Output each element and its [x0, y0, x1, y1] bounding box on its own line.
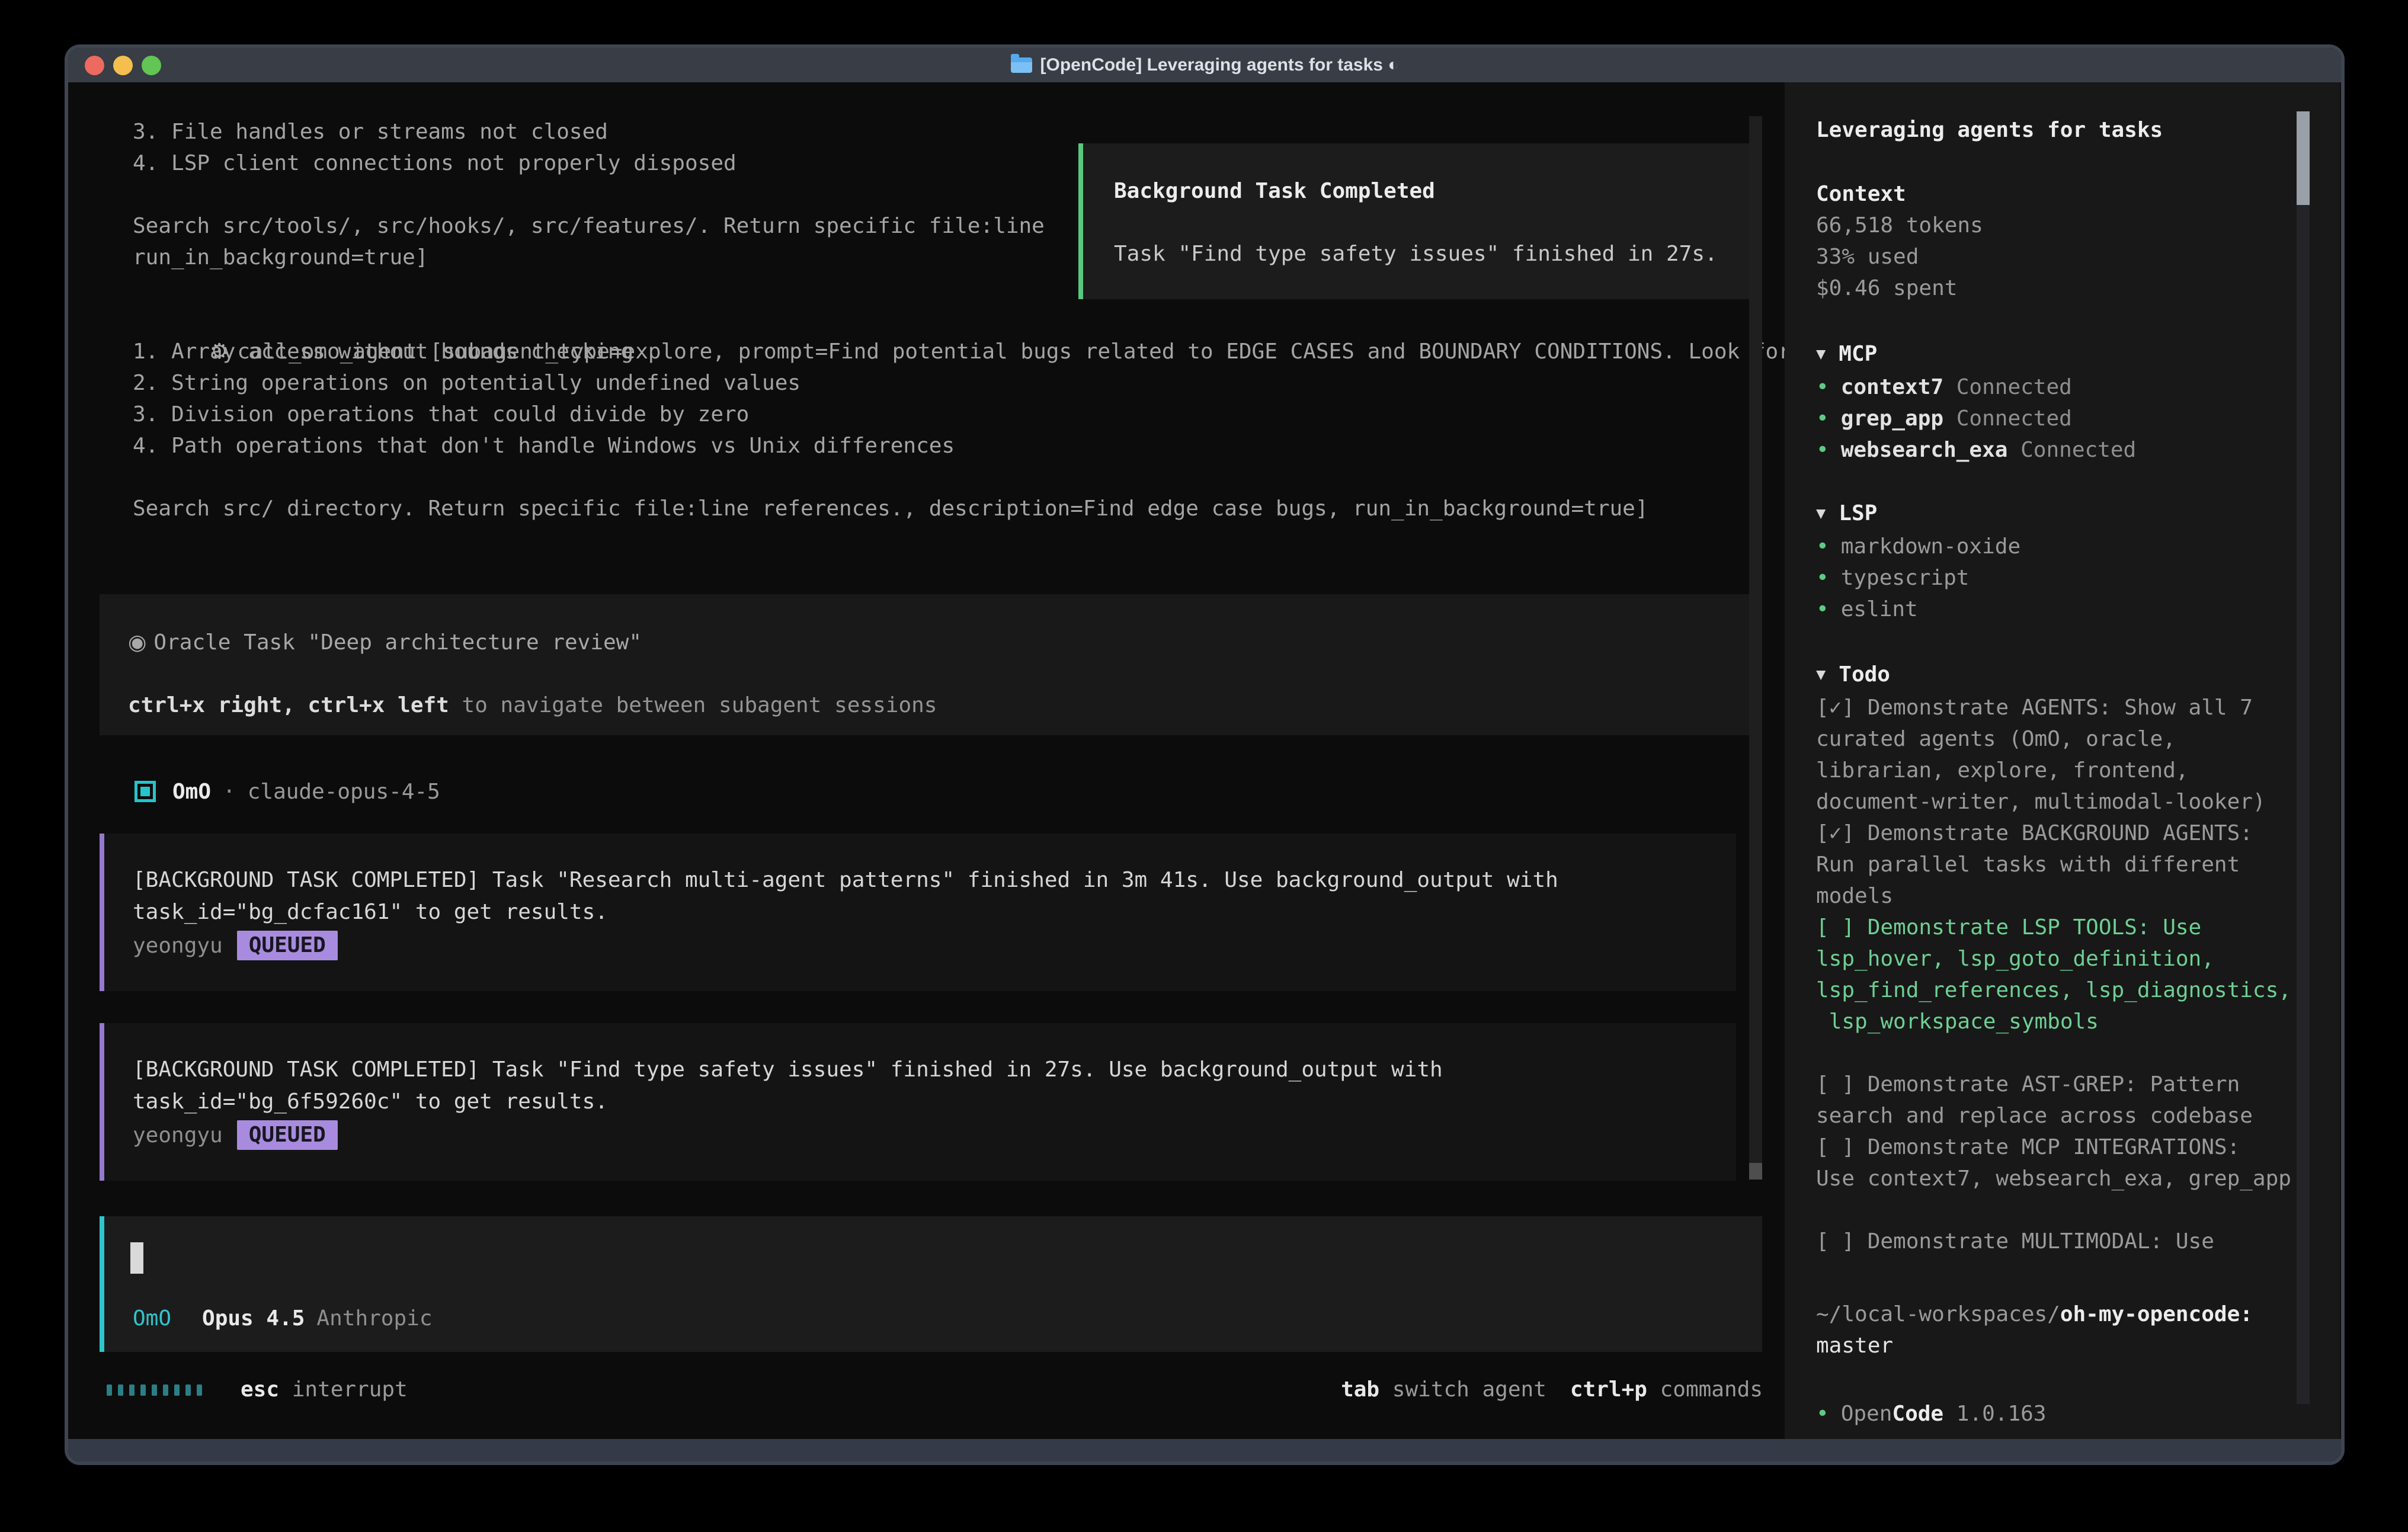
- composer-provider: Anthropic: [316, 1306, 432, 1331]
- keyboard-hints: tab switch agentctrl+p commands: [1341, 1374, 1763, 1405]
- context-used: 33% used: [1816, 241, 2297, 273]
- todo-heading: Todo: [1839, 662, 1890, 687]
- log-line: 4. Path operations that don't handle Win…: [133, 430, 955, 461]
- context-section: Context 66,518 tokens 33% used $0.46 spe…: [1816, 178, 2297, 304]
- mcp-item: •context7 Connected: [1816, 371, 2297, 403]
- status-bar: esc interrupt tab switch agentctrl+p com…: [68, 1374, 1763, 1405]
- workspace-branch: master: [1816, 1330, 2297, 1361]
- todo-item-active: [ ] Demonstrate LSP TOOLS: Use lsp_hover…: [1816, 912, 2297, 1037]
- composer-agent: OmO: [133, 1306, 171, 1331]
- sidebar-scrollbar-thumb[interactable]: [2297, 111, 2310, 205]
- composer-model: Opus 4.5: [202, 1306, 305, 1331]
- context-heading: Context: [1816, 178, 2297, 210]
- log-line: 2. String operations on potentially unde…: [133, 367, 955, 399]
- agent-name: OmO: [172, 780, 211, 804]
- zoom-button[interactable]: [142, 56, 161, 75]
- session-title: Leveraging agents for tasks: [1816, 114, 2297, 146]
- collapse-triangle-icon: ▼: [1816, 498, 1826, 529]
- status-dot-icon: •: [1816, 597, 1829, 621]
- status-dot-icon: •: [1816, 406, 1829, 431]
- lsp-section: ▼ LSP •markdown-oxide •typescript •eslint: [1816, 498, 2297, 625]
- lsp-item: •eslint: [1816, 594, 2297, 625]
- oracle-task-title: ◉Oracle Task "Deep architecture review": [128, 627, 1762, 658]
- prompt-input[interactable]: OmO Opus 4.5 Anthropic: [100, 1216, 1762, 1352]
- window-title: [OpenCode] Leveraging agents for tasks ◐: [1040, 55, 1399, 75]
- mcp-section: ▼ MCP •context7 Connected •grep_app Conne…: [1816, 338, 2297, 466]
- task-author: yeongyu: [133, 1123, 223, 1148]
- session-sidebar: Leveraging agents for tasks Context 66,5…: [1785, 82, 2340, 1439]
- tab-key: tab: [1341, 1377, 1379, 1402]
- toast-title: Background Task Completed: [1114, 175, 1754, 207]
- todo-section: ▼ Todo [✓] Demonstrate AGENTS: Show all 7…: [1816, 659, 2297, 1257]
- lsp-item: •markdown-oxide: [1816, 531, 2297, 562]
- esc-key: esc: [241, 1377, 279, 1402]
- tool-call-items: 1. Array access without bounds checking …: [133, 336, 955, 461]
- toast-body: Task "Find type safety issues" finished …: [1114, 238, 1754, 270]
- agent-model: claude-opus-4-5: [248, 780, 440, 804]
- app-version: •OpenCode 1.0.163: [1816, 1398, 2297, 1430]
- background-task-toast: Background Task Completed Task "Find typ…: [1078, 143, 1759, 299]
- workspace-dir: ~/local-workspaces/: [1816, 1302, 2060, 1326]
- todo-item-pending: [ ] Demonstrate AST-GREP: Pattern search…: [1816, 1069, 2297, 1132]
- todo-item-done: [✓] Demonstrate AGENTS: Show all 7 curat…: [1816, 692, 2297, 818]
- todo-item-pending: [ ] Demonstrate MCP INTEGRATIONS: Use co…: [1816, 1132, 2297, 1194]
- sidebar-scrollbar[interactable]: [2297, 111, 2310, 1404]
- window-bottom-frame: [68, 1439, 2341, 1462]
- ctrl-p-key: ctrl+p: [1570, 1377, 1647, 1402]
- context-tokens: 66,518 tokens: [1816, 210, 2297, 241]
- background-task-message: [BACKGROUND TASK COMPLETED] Task "Find t…: [100, 1023, 1736, 1181]
- folder-icon: [1011, 57, 1032, 73]
- log-line: Search src/ directory. Return specific f…: [133, 493, 1810, 524]
- todo-item-pending: [ ] Demonstrate MULTIMODAL: Use: [1816, 1226, 2297, 1257]
- lsp-item: •typescript: [1816, 562, 2297, 594]
- app-window: [OpenCode] Leveraging agents for tasks ◐…: [65, 44, 2345, 1465]
- status-dot-icon: •: [1816, 1402, 1829, 1426]
- window-controls: [85, 48, 161, 82]
- log-line: 3. Division operations that could divide…: [133, 399, 955, 430]
- log-line: 1. Array access without bounds checking: [133, 336, 955, 367]
- close-button[interactable]: [85, 56, 104, 75]
- background-task-message: [BACKGROUND TASK COMPLETED] Task "Resear…: [100, 834, 1736, 991]
- status-dot-icon: •: [1816, 438, 1829, 462]
- task-message-text: [BACKGROUND TASK COMPLETED] Task "Resear…: [133, 864, 1736, 928]
- queued-badge: QUEUED: [237, 1120, 338, 1150]
- chat-scrollbar-thumb[interactable]: [1749, 1163, 1762, 1180]
- mcp-item: •grep_app Connected: [1816, 403, 2297, 434]
- oracle-shortcut-hint: ctrl+x right, ctrl+x left to navigate be…: [128, 690, 1762, 721]
- collapse-triangle-icon: ▼: [1816, 659, 1826, 690]
- status-dot-icon: •: [1816, 534, 1829, 559]
- spinner-dots: [107, 1384, 202, 1396]
- context-spent: $0.46 spent: [1816, 273, 2297, 304]
- oracle-task-panel: ◉Oracle Task "Deep architecture review" …: [100, 594, 1762, 735]
- mcp-item: •websearch_exa Connected: [1816, 434, 2297, 466]
- todo-item-done: [✓] Demonstrate BACKGROUND AGENTS: Run p…: [1816, 818, 2297, 912]
- chat-scrollbar[interactable]: [1749, 116, 1762, 1180]
- minimize-button[interactable]: [113, 56, 133, 75]
- shortcut-label: to navigate between subagent sessions: [449, 693, 937, 717]
- workspace-repo: oh-my-opencode:: [2060, 1302, 2253, 1326]
- status-dot-icon: •: [1816, 375, 1829, 399]
- workspace-path: ~/local-workspaces/oh-my-opencode: maste…: [1816, 1299, 2297, 1361]
- terminal-area: 3. File handles or streams not closed 4.…: [68, 82, 2341, 1439]
- shortcut-keys: ctrl+x right, ctrl+x left: [128, 693, 449, 717]
- status-dot-icon: •: [1816, 566, 1829, 590]
- mcp-heading: MCP: [1839, 342, 1877, 366]
- text-cursor: [130, 1242, 143, 1274]
- lsp-heading: LSP: [1839, 501, 1877, 525]
- agent-header: OmO · claude-opus-4-5: [135, 775, 440, 807]
- title-bar[interactable]: [OpenCode] Leveraging agents for tasks ◐: [68, 48, 2341, 82]
- agent-square-icon: [135, 781, 156, 802]
- collapse-triangle-icon: ▼: [1816, 338, 1826, 370]
- separator-dot: ·: [223, 780, 236, 804]
- task-author: yeongyu: [133, 934, 223, 958]
- record-icon: ◉: [128, 630, 146, 655]
- interrupt-hint: esc interrupt: [241, 1374, 408, 1405]
- task-message-text: [BACKGROUND TASK COMPLETED] Task "Find t…: [133, 1054, 1736, 1118]
- queued-badge: QUEUED: [237, 931, 338, 960]
- composer-status-row: OmO Opus 4.5 Anthropic: [133, 1306, 433, 1331]
